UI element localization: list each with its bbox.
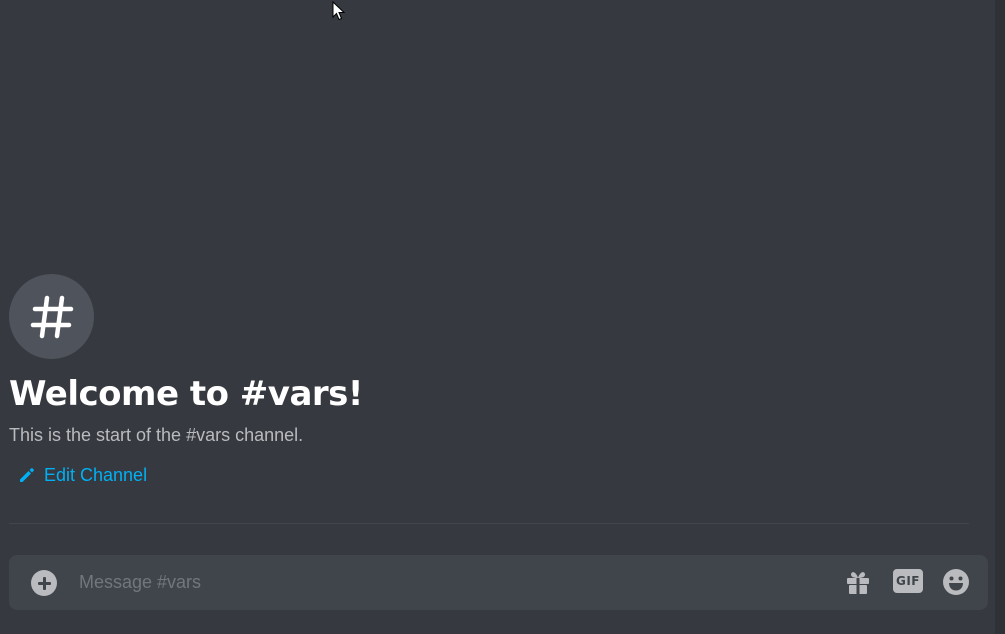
- message-composer: GIF: [9, 555, 988, 610]
- hashtag-icon: [30, 295, 73, 338]
- edit-channel-label: Edit Channel: [44, 465, 148, 485]
- channel-avatar: [9, 274, 94, 359]
- pencil-icon: [20, 468, 34, 482]
- message-input[interactable]: [79, 569, 819, 596]
- gift-icon[interactable]: [844, 568, 872, 596]
- edit-channel-button[interactable]: Edit Channel: [18, 464, 147, 486]
- scrollbar-track[interactable]: [995, 0, 1005, 634]
- mouse-pointer-icon: [332, 1, 346, 21]
- channel-intro: Welcome to #vars! This is the start of t…: [9, 274, 969, 488]
- welcome-subtitle: This is the start of the #vars channel.: [9, 425, 304, 445]
- attach-button[interactable]: [31, 570, 57, 596]
- divider: [9, 523, 969, 524]
- welcome-title: Welcome to #vars!: [9, 374, 363, 414]
- gif-button[interactable]: GIF: [893, 569, 923, 593]
- smiley-emoji-icon[interactable]: [942, 568, 970, 596]
